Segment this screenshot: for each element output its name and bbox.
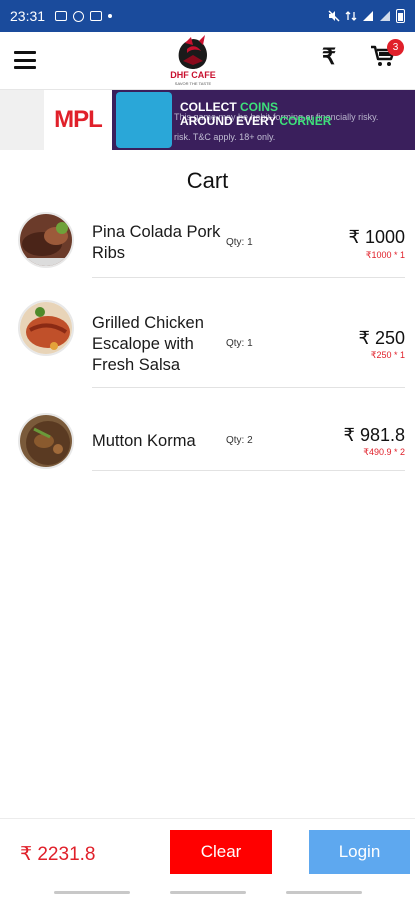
ad-headline-1: COLLECT COINS [180, 100, 279, 114]
signal-icon [363, 11, 373, 21]
battery-icon [396, 9, 405, 23]
logo-subtitle: SAVOR THE TASTE [174, 81, 212, 86]
mute-icon [328, 10, 340, 22]
item-name: Grilled Chicken Escalope with Fresh Sals… [92, 314, 204, 374]
home-nav-button[interactable] [170, 891, 246, 894]
cart-item[interactable]: Grilled Chicken Escalope with Fresh Sals… [0, 298, 415, 390]
item-unit-price: ₹490.9 * 2 [363, 447, 405, 457]
item-quantity: Qty: 1 [226, 338, 253, 349]
item-price: ₹ 250 [358, 328, 406, 348]
ad-creative: This game may be habit-forming or financ… [112, 90, 415, 150]
login-button[interactable]: Login [309, 830, 410, 874]
system-nav-bar [0, 886, 415, 900]
app-header: DHF CAFE SAVOR THE TASTE [0, 32, 415, 90]
gallery-icon [55, 11, 68, 21]
cart-item[interactable]: Mutton Korma Qty: 2 ₹ 981.8 ₹490.9 * 2 [0, 411, 415, 473]
page-title: Cart [186, 168, 229, 193]
checkout-bar: ₹ 2231.8 Clear Login [0, 818, 415, 886]
item-price: ₹ 981.8 [343, 425, 406, 445]
ad-disclaimer-2: risk. T&C apply. 18+ only. [174, 132, 276, 142]
item-name: Pina Colada Pork Ribs [92, 223, 221, 262]
cart-item[interactable]: Pina Colada Pork Ribs Qty: 1 ₹ 1000 ₹100… [0, 210, 415, 280]
item-quantity: Qty: 1 [226, 237, 253, 248]
back-nav-button[interactable] [286, 891, 362, 894]
item-name: Mutton Korma [92, 432, 196, 450]
item-image [18, 300, 74, 356]
item-quantity: Qty: 2 [226, 435, 253, 446]
logo-text: DHF CAFE [170, 70, 216, 80]
message-icon [90, 11, 103, 21]
status-notification-icons [55, 10, 113, 22]
currency-button[interactable]: ₹ [322, 44, 336, 70]
signal-2-icon [380, 11, 390, 21]
status-time: 23:31 [10, 8, 46, 24]
divider [92, 277, 405, 278]
item-price: ₹ 1000 [348, 227, 406, 247]
divider [92, 387, 405, 388]
more-dot-icon [108, 14, 113, 18]
divider [92, 470, 405, 471]
item-unit-price: ₹250 * 1 [370, 350, 405, 360]
item-unit-price: ₹1000 * 1 [365, 250, 405, 260]
item-image [18, 413, 74, 469]
app-notification-icon [73, 10, 85, 22]
menu-icon[interactable] [14, 51, 36, 69]
data-icon [345, 11, 357, 21]
clear-button[interactable]: Clear [170, 830, 272, 874]
recents-nav-button[interactable] [54, 891, 130, 894]
ad-banner[interactable]: MPL This game may be habit-forming or fi… [0, 90, 415, 150]
ad-brand-logo: MPL [44, 90, 112, 150]
cart-count-badge: 3 [387, 39, 404, 56]
item-image [18, 212, 74, 268]
ad-headline-2: AROUND EVERY CORNER [180, 114, 332, 128]
status-bar: 23:31 [0, 0, 415, 32]
ad-phone-image [116, 92, 172, 148]
status-system-icons [328, 9, 405, 23]
cart-total: ₹ 2231.8 [20, 844, 96, 865]
